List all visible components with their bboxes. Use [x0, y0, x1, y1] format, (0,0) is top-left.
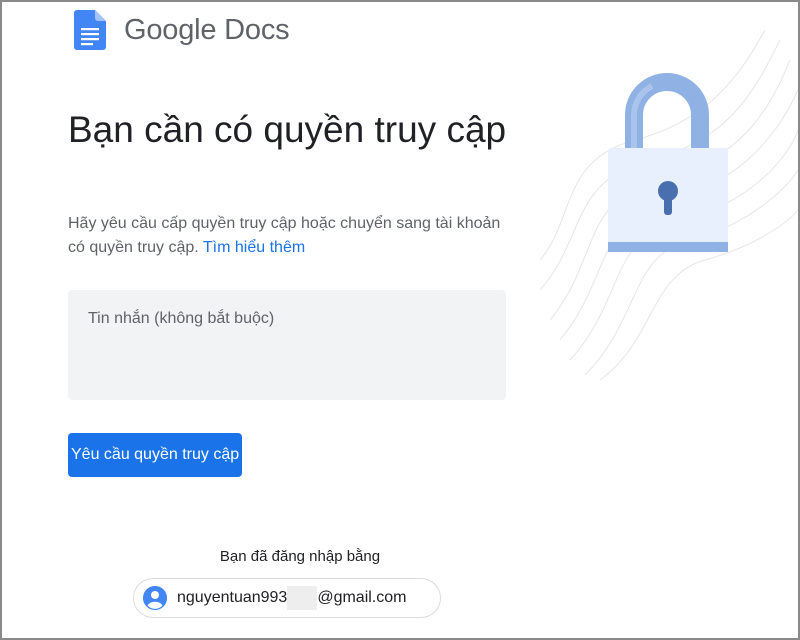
signed-in-label: Bạn đã đăng nhập bằng: [219, 548, 381, 565]
request-access-button[interactable]: Yêu cầu quyền truy cập: [68, 433, 243, 477]
redaction-block: [287, 586, 318, 610]
email-prefix: nguyentuan993: [177, 589, 288, 606]
message-input[interactable]: [68, 290, 506, 400]
padlock-icon: [608, 73, 728, 252]
header: Google Docs: [74, 8, 290, 52]
account-email: nguyentuan993 @gmail.com: [177, 586, 406, 610]
account-circle-icon: [143, 586, 167, 610]
learn-more-link[interactable]: Tìm hiểu thêm: [203, 239, 305, 256]
account-chip[interactable]: nguyentuan993 @gmail.com: [133, 578, 441, 618]
padlock-illustration: [540, 29, 798, 380]
email-suffix: @gmail.com: [317, 589, 407, 606]
google-docs-icon: [74, 10, 106, 50]
app-name: Google Docs: [124, 13, 290, 46]
page-description: Hãy yêu cầu cấp quyền truy cập hoặc chuy…: [68, 212, 508, 260]
page-title: Bạn cần có quyền truy cập: [68, 109, 507, 150]
